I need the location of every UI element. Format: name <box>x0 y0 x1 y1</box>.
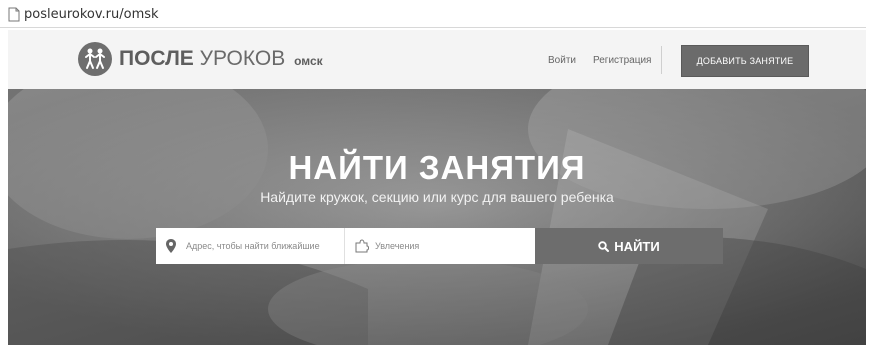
browser-address-bar: posleurokov.ru/omsk <box>0 0 879 30</box>
register-link[interactable]: Регистрация <box>593 55 651 66</box>
search-icon <box>598 240 610 252</box>
hero-section: НАЙТИ ЗАНЯТИЯ Найдите кружок, секцию или… <box>8 89 866 345</box>
url-field[interactable]: posleurokov.ru/omsk <box>0 5 866 28</box>
search-bar: НАЙТИ <box>156 228 723 264</box>
location-pin-icon <box>166 239 176 253</box>
nav-divider <box>661 46 662 74</box>
page-icon <box>8 7 20 22</box>
hero-title: НАЙТИ ЗАНЯТИЯ <box>288 149 586 186</box>
kids-logo-icon[interactable] <box>78 42 112 76</box>
site-header: ПОСЛЕ УРОКОВ омск Войти Регистрация ДОБА… <box>8 30 866 89</box>
puzzle-icon <box>355 239 369 253</box>
hero-subtitle: Найдите кружок, секцию или курс для ваше… <box>260 189 614 205</box>
hobby-input[interactable] <box>375 228 530 264</box>
hero-background-image <box>8 89 866 345</box>
url-text[interactable]: posleurokov.ru/omsk <box>24 7 159 22</box>
login-link[interactable]: Войти <box>548 55 576 66</box>
logo-word-bold: ПОСЛЕ <box>119 47 194 70</box>
logo-word-light: УРОКОВ <box>199 47 286 70</box>
hobby-field[interactable] <box>345 228 535 264</box>
add-activity-button[interactable]: ДОБАВИТЬ ЗАНЯТИЕ <box>681 45 809 77</box>
address-field[interactable] <box>156 228 345 264</box>
logo-city: омск <box>294 54 323 68</box>
address-input[interactable] <box>186 228 338 264</box>
logo-text[interactable]: ПОСЛЕ УРОКОВ омск <box>119 47 323 71</box>
search-button-label: НАЙТИ <box>614 238 660 254</box>
search-button[interactable]: НАЙТИ <box>535 228 723 264</box>
